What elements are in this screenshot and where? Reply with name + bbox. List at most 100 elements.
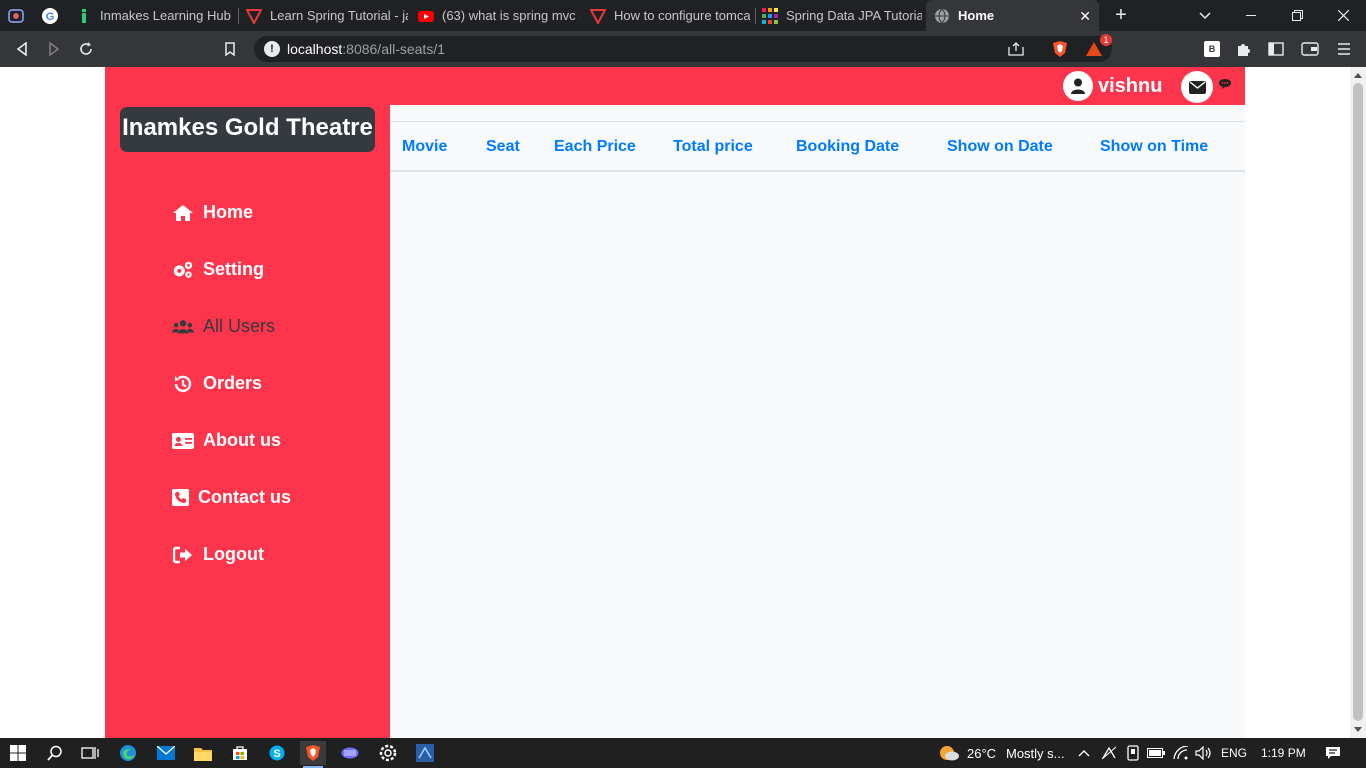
brand-title[interactable]: Inamkes Gold Theatre: [120, 107, 375, 152]
users-icon: [172, 317, 194, 337]
settings-gear-icon[interactable]: [375, 741, 401, 765]
notification-badge: 1: [1100, 34, 1112, 46]
sidebar-toggle-icon[interactable]: [1264, 37, 1288, 61]
scroll-down-arrow-icon[interactable]: [1354, 727, 1362, 732]
column-header-booking-date: Booking Date: [796, 138, 900, 155]
scrollbar-thumb[interactable]: [1353, 83, 1363, 721]
seats-table-panel: Movie Seat Each Price Total price Bookin…: [390, 105, 1245, 738]
brave-shield-icon[interactable]: [1048, 37, 1072, 61]
user-profile[interactable]: vishnu: [1063, 71, 1162, 101]
grid-icon: [762, 7, 778, 24]
weather-temperature[interactable]: 26°C: [967, 746, 996, 761]
sidebar-item-orders[interactable]: Orders: [172, 373, 262, 394]
home-icon: [172, 203, 194, 223]
tray-chevron-up-icon[interactable]: [1071, 741, 1097, 765]
browser-toolbar: ! localhost:8086/all-seats/1 1 B: [0, 31, 1366, 67]
windows-start-icon[interactable]: [5, 741, 31, 765]
minimize-icon[interactable]: [1228, 0, 1274, 31]
battery-icon[interactable]: [1143, 741, 1169, 765]
sidebar-item-label: Orders: [203, 373, 263, 393]
tab-active-home[interactable]: Home ✕: [926, 0, 1099, 31]
column-header-seat: Seat: [486, 138, 520, 155]
language-indicator[interactable]: ENG: [1221, 746, 1247, 760]
new-tab-button[interactable]: +: [1098, 0, 1144, 31]
brave-rewards-icon[interactable]: 1: [1082, 34, 1112, 61]
edge-icon[interactable]: [115, 741, 141, 765]
task-view-icon[interactable]: [77, 741, 103, 765]
column-header-each-price: Each Price: [554, 138, 636, 155]
page-viewport: vishnu Inamkes Gold Theatre Home Setting: [0, 67, 1366, 738]
extension-b-icon[interactable]: B: [1200, 37, 1224, 61]
mail-app-icon[interactable]: [153, 741, 179, 765]
chat-icon[interactable]: [1219, 76, 1231, 94]
sidebar-item-label: Contact us: [198, 487, 292, 507]
weather-summary[interactable]: Mostly s...: [1006, 746, 1065, 761]
tab-0[interactable]: [8, 0, 34, 31]
scroll-up-arrow-icon[interactable]: [1354, 73, 1362, 78]
sidebar-item-all-users[interactable]: All Users: [172, 316, 275, 337]
sidebar-item-label: About us: [203, 430, 281, 450]
history-icon: [172, 374, 194, 394]
sidebar-item-logout[interactable]: Logout: [172, 544, 264, 565]
weather-icon[interactable]: [936, 741, 962, 765]
restore-icon[interactable]: [1274, 0, 1320, 31]
globe-icon: [934, 8, 950, 24]
browser-tab-bar: G Inmakes Learning Hub Learn Spring Tuto…: [0, 0, 1366, 31]
column-header-movie: Movie: [402, 138, 448, 155]
tab-search-chevron-icon[interactable]: [1182, 0, 1228, 31]
mail-button[interactable]: [1181, 71, 1213, 103]
sidebar-item-label: Setting: [203, 259, 264, 279]
network-tray-icon[interactable]: [1096, 741, 1122, 765]
tab-1[interactable]: G: [42, 0, 68, 31]
app-stack-icon[interactable]: [337, 741, 363, 765]
svg-text:G: G: [46, 11, 55, 23]
vertical-scrollbar[interactable]: [1350, 67, 1366, 738]
notifications-icon[interactable]: [1320, 741, 1346, 765]
bookmark-icon[interactable]: [218, 37, 242, 61]
tab-3[interactable]: Learn Spring Tutorial - jav: [246, 0, 408, 31]
google-icon: G: [42, 7, 58, 24]
clock-time[interactable]: 1:19 PM: [1261, 746, 1306, 760]
site-info-icon[interactable]: !: [264, 41, 280, 57]
close-window-icon[interactable]: [1320, 0, 1366, 31]
svg-text:S: S: [273, 748, 280, 760]
sidebar-item-label: Logout: [203, 544, 264, 564]
forward-icon[interactable]: [42, 37, 66, 61]
sidebar-item-home[interactable]: Home: [172, 202, 253, 223]
skype-icon[interactable]: S: [264, 741, 290, 765]
file-explorer-icon[interactable]: [190, 741, 216, 765]
close-tab-icon[interactable]: ✕: [1079, 8, 1091, 25]
back-icon[interactable]: [10, 37, 34, 61]
app-icon: [8, 8, 24, 24]
search-icon[interactable]: [42, 741, 68, 765]
tab-label: Learn Spring Tutorial - jav: [270, 8, 408, 23]
brave-browser-icon[interactable]: [300, 741, 326, 768]
address-bar[interactable]: ! localhost:8086/all-seats/1 1: [254, 34, 1112, 62]
sidebar-item-setting[interactable]: Setting: [172, 259, 264, 280]
share-icon[interactable]: [1004, 37, 1028, 61]
table-header-top-border: [390, 121, 1245, 122]
tab-label: Spring Data JPA Tutorial: (: [786, 8, 922, 23]
ide-icon[interactable]: [412, 741, 438, 765]
volume-icon[interactable]: [1191, 741, 1217, 765]
column-header-show-on-date: Show on Date: [947, 138, 1053, 155]
new-tab-label: +: [1115, 4, 1127, 26]
table-header-bottom-border: [390, 170, 1245, 172]
reload-icon[interactable]: [74, 37, 98, 61]
tab-5[interactable]: How to configure tomcat: [590, 0, 750, 31]
extensions-puzzle-icon[interactable]: [1232, 37, 1256, 61]
tab-6[interactable]: Spring Data JPA Tutorial: (: [762, 0, 922, 31]
menu-icon[interactable]: [1332, 37, 1356, 61]
sidebar-item-about-us[interactable]: About us: [172, 430, 281, 451]
url-text: localhost:8086/all-seats/1: [287, 41, 445, 57]
store-icon[interactable]: [227, 741, 253, 765]
tutorial-icon: [590, 8, 606, 24]
tab-2[interactable]: Inmakes Learning Hub: [76, 0, 231, 31]
sidebar-item-contact-us[interactable]: Contact us: [172, 487, 291, 508]
tab-separator: [238, 8, 239, 24]
id-card-icon: [172, 431, 194, 451]
tutorial-icon: [246, 8, 262, 24]
logout-icon: [172, 545, 194, 565]
wallet-icon[interactable]: [1298, 37, 1322, 61]
tab-4[interactable]: (63) what is spring mvc - Y: [418, 0, 580, 31]
